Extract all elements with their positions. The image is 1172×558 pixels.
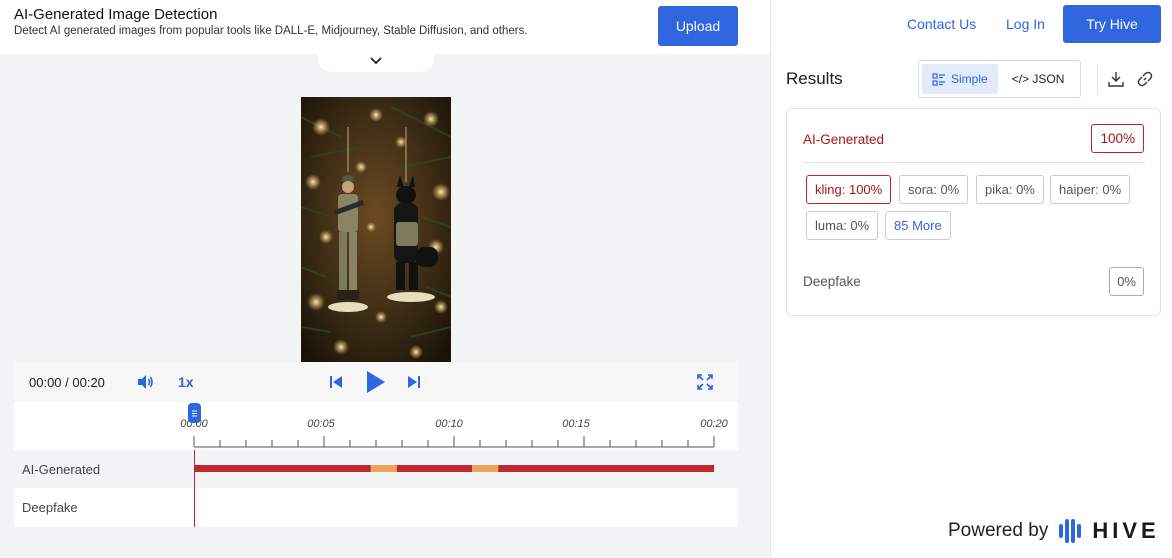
timeline-row-label-deepfake: Deepfake: [22, 499, 78, 515]
page-title: AI-Generated Image Detection: [14, 6, 218, 23]
ai-generated-score-badge: 100%: [1091, 124, 1144, 153]
skip-back-button[interactable]: [328, 362, 344, 402]
show-more-sources-button[interactable]: 85 More: [885, 211, 951, 240]
playhead-line: [194, 450, 195, 527]
source-chip: sora: 0%: [899, 175, 969, 204]
view-mode-toggle: Simple </> JSON: [918, 60, 1081, 98]
page-subtitle: Detect AI generated images from popular …: [14, 25, 528, 37]
play-icon: [367, 371, 385, 393]
deepfake-label: Deepfake: [803, 274, 861, 289]
playback-speed-button[interactable]: 1x: [178, 362, 194, 402]
link-icon: [1137, 71, 1153, 87]
deepfake-score-badge: 0%: [1109, 267, 1144, 296]
source-chip: luma: 0%: [806, 211, 879, 240]
ai-generated-label: AI-Generated: [803, 132, 885, 147]
hive-logo-icon: [1059, 519, 1082, 543]
video-frame-image: [301, 97, 451, 362]
detection-segment-high[interactable]: [194, 465, 371, 472]
timeline-row-ai-generated: [194, 450, 738, 488]
try-hive-button[interactable]: Try Hive: [1063, 5, 1161, 43]
contact-us-link[interactable]: Contact Us: [907, 16, 976, 32]
timecode: 00:00 / 00:20: [29, 374, 105, 390]
upload-button[interactable]: Upload: [658, 6, 738, 46]
detection-timeline[interactable]: 00:00 00:05 00:10 00:15 00:20 AI-Generat…: [14, 402, 738, 527]
play-button[interactable]: [364, 362, 386, 402]
source-chip: kling: 100%: [806, 175, 892, 204]
download-button[interactable]: [1108, 71, 1124, 92]
source-chip: pika: 0%: [976, 175, 1044, 204]
skip-previous-icon: [330, 376, 342, 388]
volume-button[interactable]: [136, 362, 154, 402]
skip-next-icon: [408, 376, 420, 388]
detection-segment-medium[interactable]: [472, 465, 499, 472]
log-in-link[interactable]: Log In: [1006, 16, 1045, 32]
timeline-row-label-ai-generated: AI-Generated: [14, 450, 194, 488]
results-heading: Results: [786, 69, 843, 88]
collapse-header-toggle[interactable]: [318, 50, 434, 72]
toolbar-divider: [1097, 64, 1098, 94]
fullscreen-button[interactable]: [697, 362, 713, 402]
media-panel: AI-Generated Image Detection Detect AI g…: [0, 0, 770, 558]
card-divider: [803, 162, 1145, 163]
chevron-down-icon: [370, 57, 382, 65]
expand-icon: [697, 374, 713, 390]
page-header: AI-Generated Image Detection Detect AI g…: [0, 0, 770, 54]
powered-by-text: Powered by: [948, 520, 1049, 541]
source-chip: haiper: 0%: [1050, 175, 1131, 204]
detection-segment-high[interactable]: [498, 465, 714, 472]
time-ruler: [193, 436, 715, 448]
download-icon: [1108, 72, 1124, 87]
tab-json[interactable]: </> JSON: [1002, 64, 1075, 94]
video-preview: [301, 97, 451, 362]
tab-simple-label: Simple: [951, 72, 988, 86]
skip-forward-button[interactable]: [406, 362, 422, 402]
results-card: AI-Generated 100% kling: 100% sora: 0% p…: [786, 108, 1161, 316]
copy-link-button[interactable]: [1137, 71, 1153, 92]
tab-json-label: </> JSON: [1011, 72, 1065, 86]
results-panel: Contact Us Log In Try Hive Results Simpl…: [770, 0, 1172, 558]
player-controls: 00:00 / 00:20 1x: [14, 362, 738, 402]
detection-segment-medium[interactable]: [370, 465, 397, 472]
powered-by-footer: Powered by HIVE: [948, 518, 1160, 544]
list-view-icon: [932, 72, 945, 86]
playhead-handle[interactable]: [188, 403, 201, 423]
detection-segment-high[interactable]: [396, 465, 473, 472]
grip-icon: [192, 410, 197, 416]
volume-icon: [138, 375, 153, 389]
hive-logo-wordmark: HIVE: [1092, 518, 1160, 543]
tab-simple[interactable]: Simple: [922, 64, 998, 94]
ai-generated-bar-track: [194, 465, 714, 472]
